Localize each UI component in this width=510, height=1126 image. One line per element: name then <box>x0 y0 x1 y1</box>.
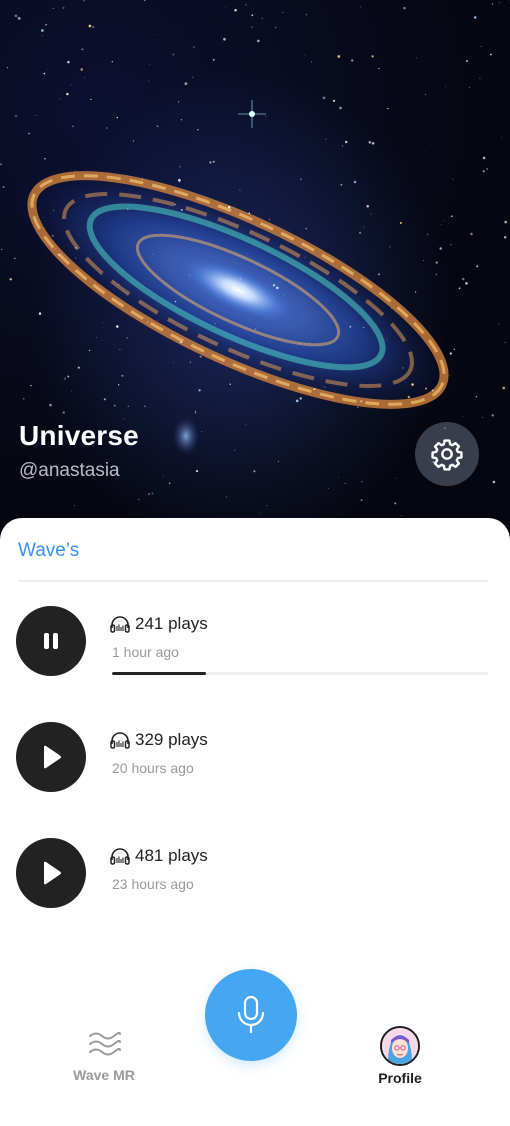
nav-wave-mr[interactable]: Wave MR <box>58 1028 150 1083</box>
nav-wave-label: Wave MR <box>73 1067 135 1083</box>
gear-icon <box>431 439 463 471</box>
plays-count: 329 plays <box>110 730 208 750</box>
time-ago: 20 hours ago <box>112 760 194 776</box>
divider <box>18 580 488 582</box>
play-icon <box>44 861 61 885</box>
microphone-icon <box>237 995 265 1034</box>
plays-count: 481 plays <box>110 846 208 866</box>
record-button[interactable] <box>205 969 297 1061</box>
settings-button[interactable] <box>415 422 479 486</box>
play-icon <box>44 745 61 769</box>
avatar-image <box>382 1028 418 1064</box>
time-ago: 23 hours ago <box>112 876 194 892</box>
cover-image: Universe @anastasia <box>0 0 510 540</box>
progress-fill <box>112 672 206 675</box>
plays-label: 481 plays <box>135 846 208 865</box>
time-ago: 1 hour ago <box>112 644 179 660</box>
track-item: 241 plays 1 hour ago <box>0 606 510 696</box>
section-title: Wave’s <box>18 540 80 561</box>
pause-icon <box>44 633 58 649</box>
wave-icon <box>89 1031 121 1056</box>
profile-handle: @anastasia <box>19 460 120 481</box>
headphones-icon <box>110 616 130 633</box>
track-item: 481 plays 23 hours ago <box>0 838 510 928</box>
avatar <box>380 1026 420 1066</box>
progress-bar[interactable] <box>112 672 488 675</box>
profile-name: Universe <box>19 420 139 451</box>
play-button[interactable] <box>16 838 86 908</box>
nav-profile[interactable]: Profile <box>360 1026 440 1086</box>
plays-label: 241 plays <box>135 614 208 633</box>
pause-button[interactable] <box>16 606 86 676</box>
track-item: 329 plays 20 hours ago <box>0 722 510 812</box>
plays-label: 329 plays <box>135 730 208 749</box>
plays-count: 241 plays <box>110 614 208 634</box>
nav-profile-label: Profile <box>378 1070 422 1086</box>
headphones-icon <box>110 732 130 749</box>
play-button[interactable] <box>16 722 86 792</box>
headphones-icon <box>110 848 130 865</box>
